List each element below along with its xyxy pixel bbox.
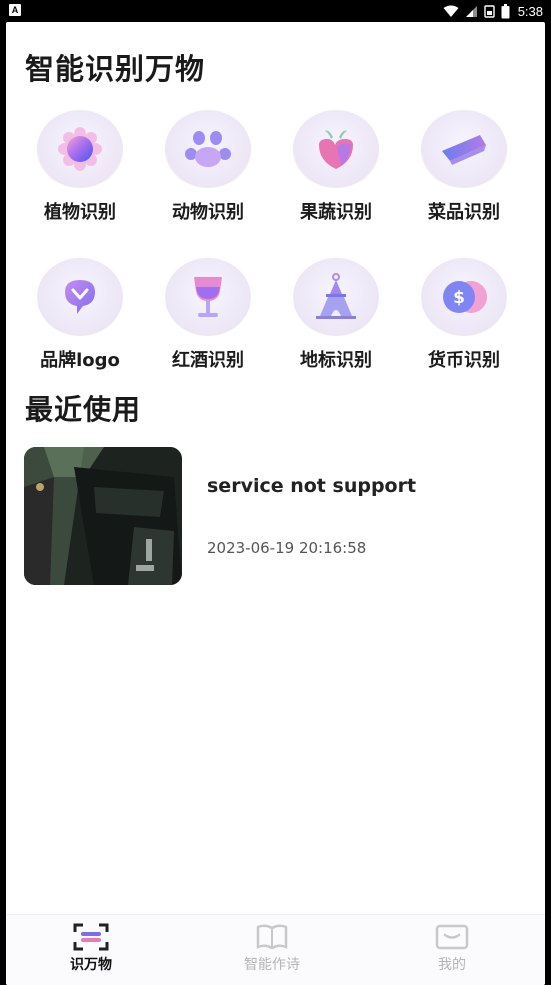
tab-label: 我的 — [438, 957, 466, 973]
svg-text:$: $ — [453, 288, 465, 308]
paw-icon — [185, 131, 231, 167]
bottom-tab-bar: 识万物 智能作诗 我的 — [6, 914, 545, 985]
status-bar: A 5:38 — [0, 0, 551, 22]
wifi-icon — [443, 5, 459, 17]
tab-label: 识万物 — [70, 957, 112, 973]
recent-item[interactable]: service not support 2023-06-19 20:16:58 — [24, 447, 524, 587]
category-wine[interactable]: 红酒识别 — [144, 258, 272, 372]
category-label: 地标识别 — [300, 350, 372, 371]
category-grid: 植物识别 动物识别 果蔬识别 菜品识别 品牌logo 红酒识别 地标识别 $ 货… — [16, 110, 536, 372]
category-icon-bg — [293, 110, 379, 188]
fruit-icon — [319, 130, 353, 169]
sim-icon — [483, 4, 495, 18]
category-label: 红酒识别 — [172, 350, 244, 371]
category-icon-bg — [293, 258, 379, 336]
book-icon — [256, 924, 288, 950]
wine-glass-icon — [194, 277, 222, 317]
currency-coin-icon: $ — [443, 281, 487, 313]
brand-logo-icon — [65, 280, 95, 314]
category-label: 品牌logo — [40, 350, 120, 371]
main-page: 智能识别万物 植物识别 动物识别 果蔬识别 菜品识别 品牌logo 红酒识别 地… — [6, 22, 545, 985]
category-fruit[interactable]: 果蔬识别 — [272, 110, 400, 224]
category-icon-bg — [165, 110, 251, 188]
tab-mine[interactable]: 我的 — [397, 923, 507, 974]
battery-icon — [501, 3, 510, 18]
recent-item-result: service not support — [207, 475, 417, 497]
category-icon-bg — [37, 110, 123, 188]
photo-thumbnail — [24, 447, 182, 585]
category-icon-bg — [37, 258, 123, 336]
recent-item-thumbnail — [24, 447, 182, 585]
category-label: 动物识别 — [172, 202, 244, 223]
page-title: 智能识别万物 — [25, 52, 206, 86]
signal-icon — [465, 5, 477, 17]
clock: 5:38 — [517, 3, 543, 19]
category-icon-bg — [421, 110, 507, 188]
status-icons: 5:38 — [443, 3, 543, 19]
dish-icon — [442, 135, 486, 165]
tab-poetry[interactable]: 智能作诗 — [217, 923, 327, 974]
recent-item-timestamp: 2023-06-19 20:16:58 — [207, 539, 367, 557]
category-icon-bg: $ — [421, 258, 507, 336]
category-plant[interactable]: 植物识别 — [16, 110, 144, 224]
tab-recognize[interactable]: 识万物 — [36, 923, 146, 974]
category-label: 菜品识别 — [428, 202, 500, 223]
app-notification-icon: A — [9, 4, 21, 16]
category-dish[interactable]: 菜品识别 — [400, 110, 528, 224]
category-label: 植物识别 — [44, 202, 116, 223]
category-animal[interactable]: 动物识别 — [144, 110, 272, 224]
profile-card-icon — [435, 924, 469, 950]
plant-icon — [58, 127, 102, 171]
recent-section-title: 最近使用 — [25, 393, 142, 426]
category-currency[interactable]: $ 货币识别 — [400, 258, 528, 372]
landmark-tower-icon — [316, 273, 356, 319]
category-label: 果蔬识别 — [300, 202, 372, 223]
category-icon-bg — [165, 258, 251, 336]
tab-label: 智能作诗 — [244, 957, 300, 973]
category-landmark[interactable]: 地标识别 — [272, 258, 400, 372]
scan-icon — [73, 923, 109, 951]
category-brand-logo[interactable]: 品牌logo — [16, 258, 144, 372]
category-label: 货币识别 — [428, 350, 500, 371]
